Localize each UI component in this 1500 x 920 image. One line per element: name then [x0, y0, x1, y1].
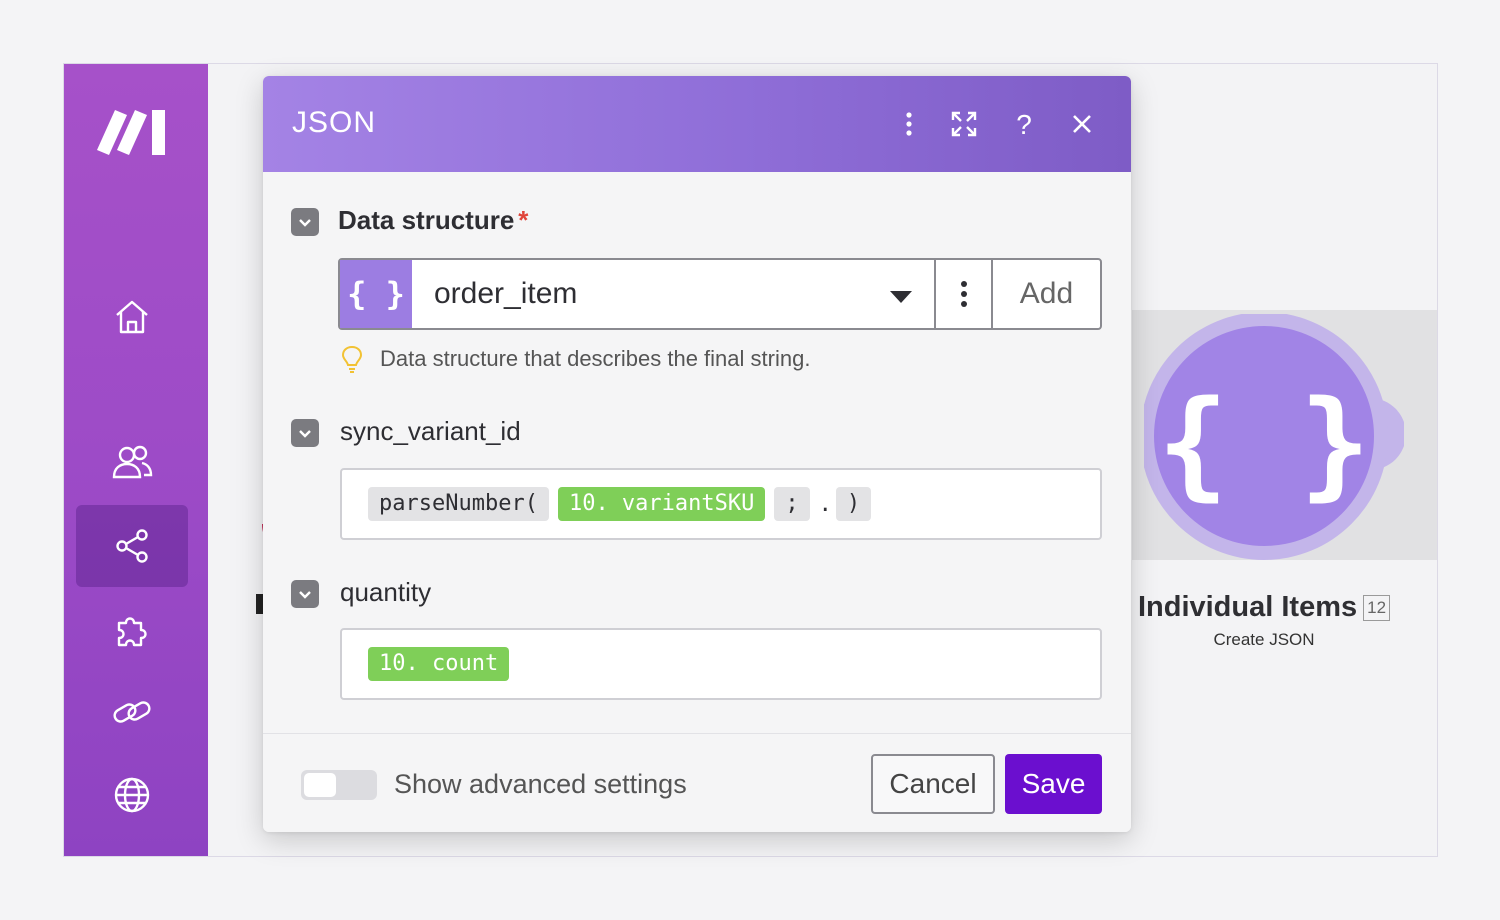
toggle-knob	[304, 773, 336, 797]
more-options-button[interactable]	[889, 104, 929, 144]
share-icon	[116, 529, 148, 563]
sidebar-item-scenarios[interactable]	[76, 505, 188, 587]
lightbulb-icon	[341, 345, 363, 373]
advanced-settings-label: Show advanced settings	[394, 769, 687, 799]
close-button[interactable]	[1062, 104, 1102, 144]
more-vertical-icon	[960, 281, 967, 307]
data-structure-value: order_item	[434, 277, 578, 310]
sidebar-item-apps[interactable]	[76, 589, 188, 671]
chevron-down-icon	[299, 430, 311, 438]
function-token[interactable]: parseNumber(	[368, 487, 549, 521]
sync-variant-id-input[interactable]: parseNumber( 10. variantSKU ; . )	[340, 468, 1102, 540]
node-badge: 12	[1363, 595, 1391, 622]
variable-token[interactable]: 10. count	[368, 647, 510, 681]
help-button[interactable]: ?	[1004, 104, 1044, 144]
data-structure-select[interactable]: order_item	[412, 260, 934, 328]
help-icon: ?	[1016, 109, 1032, 139]
data-structure-hint: Data structure that describes the final …	[340, 344, 810, 374]
users-icon	[112, 445, 153, 479]
expand-icon	[951, 111, 977, 137]
make-logo[interactable]	[97, 104, 169, 156]
chevron-down-icon	[299, 219, 311, 227]
text-token: .	[818, 491, 832, 517]
json-braces-icon: { }	[340, 260, 412, 328]
variable-token[interactable]: 10. variantSKU	[557, 487, 766, 521]
data-structure-label: Data structure *	[338, 205, 529, 235]
svg-text:?: ?	[1016, 109, 1032, 139]
dialog-footer: Show advanced settings Cancel Save	[263, 733, 1131, 832]
expand-button[interactable]	[944, 104, 984, 144]
add-data-structure-button[interactable]: Add	[993, 260, 1100, 328]
more-vertical-icon	[906, 112, 912, 136]
quantity-label: quantity	[340, 577, 432, 607]
home-icon	[116, 300, 148, 334]
data-structure-more-button[interactable]	[934, 260, 993, 328]
advanced-settings-toggle[interactable]	[301, 770, 377, 800]
node-subtitle: Create JSON	[1213, 630, 1315, 649]
svg-text:{ }: { }	[1157, 374, 1370, 512]
dialog-header: JSON ?	[263, 76, 1131, 172]
required-marker: *	[518, 205, 529, 235]
collapse-sync-variant-id-toggle[interactable]	[291, 419, 319, 447]
collapse-quantity-toggle[interactable]	[291, 580, 319, 608]
save-button[interactable]: Save	[1005, 754, 1102, 814]
quantity-input[interactable]: 10. count	[340, 628, 1102, 700]
sidebar-item-team[interactable]	[76, 421, 188, 503]
cancel-button[interactable]: Cancel	[871, 754, 995, 814]
sidebar-item-home[interactable]	[76, 276, 188, 358]
globe-icon	[114, 777, 150, 813]
puzzle-icon	[117, 617, 147, 647]
separator-token[interactable]: ;	[774, 487, 810, 521]
data-structure-picker: { } order_item Add	[338, 258, 1102, 330]
close-icon	[1073, 115, 1091, 133]
close-paren-token[interactable]: )	[835, 487, 872, 521]
sidebar-item-connections[interactable]	[76, 671, 188, 753]
link-icon	[113, 701, 151, 723]
json-module-dialog: JSON ? Data structure * {} order_item A…	[263, 76, 1131, 832]
sidebar	[64, 64, 208, 856]
json-module-node[interactable]: { }	[1144, 314, 1404, 574]
caret-down-icon	[890, 291, 912, 303]
dialog-title: JSON	[292, 106, 377, 139]
chevron-down-icon	[299, 591, 311, 599]
node-title: Individual Items 12	[1134, 591, 1394, 624]
sidebar-item-webhooks[interactable]	[76, 754, 188, 836]
sync-variant-id-label: sync_variant_id	[340, 416, 521, 446]
collapse-data-structure-toggle[interactable]	[291, 208, 319, 236]
